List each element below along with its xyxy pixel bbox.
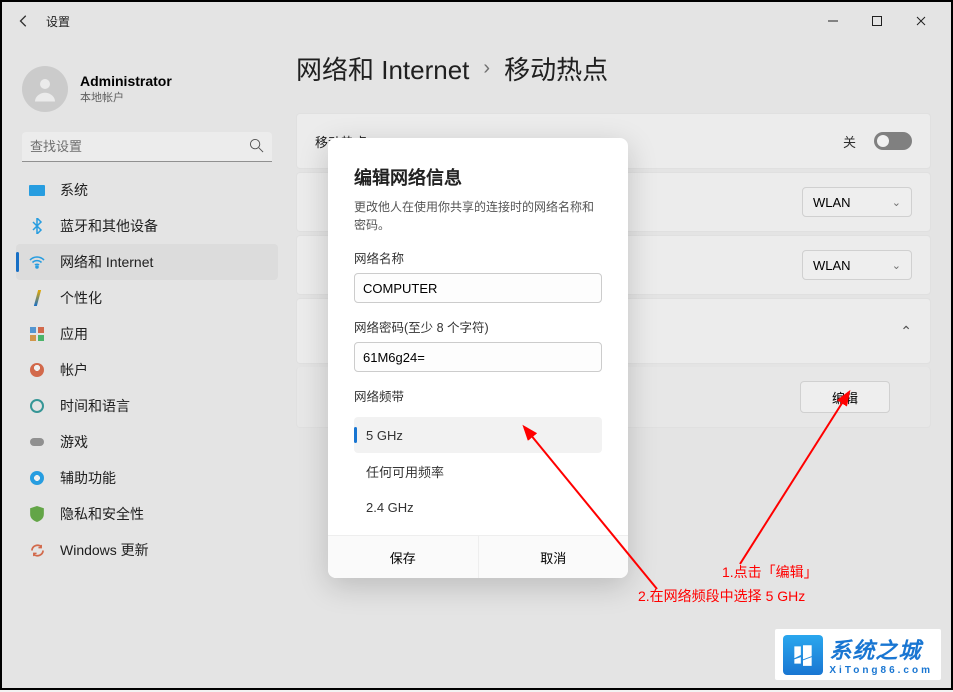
breadcrumb-parent[interactable]: 网络和 Internet <box>296 50 469 87</box>
nav-label: 时间和语言 <box>60 396 130 416</box>
annotation-step2: 2.在网络频段中选择 5 GHz <box>638 586 805 606</box>
nav-label: 辅助功能 <box>60 468 116 488</box>
back-button[interactable] <box>10 7 38 35</box>
nav-network[interactable]: 网络和 Internet <box>16 244 278 280</box>
nav-bluetooth[interactable]: 蓝牙和其他设备 <box>16 208 278 244</box>
nav-label: Windows 更新 <box>60 540 149 560</box>
toggle-state-label: 关 <box>843 132 856 151</box>
select-value: WLAN <box>813 258 851 273</box>
nav-label: 隐私和安全性 <box>60 504 144 524</box>
watermark-title: 系统之城 <box>829 633 933 665</box>
person-icon <box>28 361 46 379</box>
display-icon <box>28 181 46 199</box>
nav-label: 游戏 <box>60 432 88 452</box>
dialog-description: 更改他人在使用你共享的连接时的网络名称和密码。 <box>328 190 628 234</box>
avatar-icon <box>22 66 68 112</box>
network-name-label: 网络名称 <box>354 248 602 267</box>
nav-time-language[interactable]: 时间和语言 <box>16 388 278 424</box>
watermark-logo: 系统之城 XiTong86.com <box>775 629 941 680</box>
card-label <box>315 258 319 273</box>
card-label <box>315 195 319 210</box>
chevron-down-icon: ⌄ <box>892 259 901 272</box>
band-option-24ghz[interactable]: 2.4 GHz <box>354 489 602 525</box>
nav-system[interactable]: 系统 <box>16 172 278 208</box>
nav-accounts[interactable]: 帐户 <box>16 352 278 388</box>
nav-label: 应用 <box>60 324 88 344</box>
apps-icon <box>28 325 46 343</box>
user-account-block[interactable]: Administrator 本地帐户 <box>16 58 278 120</box>
title-bar: 设置 <box>2 2 951 40</box>
nav-personalization[interactable]: 个性化 <box>16 280 278 316</box>
nav-label: 帐户 <box>60 360 88 380</box>
gamepad-icon <box>28 433 46 451</box>
search-icon <box>249 138 264 158</box>
share-over-select[interactable]: WLAN ⌄ <box>802 250 912 280</box>
nav-label: 系统 <box>60 180 88 200</box>
save-button[interactable]: 保存 <box>328 536 479 578</box>
clock-globe-icon <box>28 397 46 415</box>
search-box[interactable] <box>22 132 272 162</box>
update-icon <box>28 541 46 559</box>
edit-network-dialog: 编辑网络信息 更改他人在使用你共享的连接时的网络名称和密码。 网络名称 网络密码… <box>328 138 628 578</box>
nav-label: 网络和 Internet <box>60 252 153 272</box>
window-title: 设置 <box>46 13 70 30</box>
dialog-title: 编辑网络信息 <box>328 164 628 190</box>
nav-accessibility[interactable]: 辅助功能 <box>16 460 278 496</box>
network-name-input[interactable] <box>354 273 602 303</box>
nav-gaming[interactable]: 游戏 <box>16 424 278 460</box>
chevron-right-icon: › <box>483 57 490 80</box>
band-option-5ghz[interactable]: 5 GHz <box>354 417 602 453</box>
close-button[interactable] <box>899 5 943 37</box>
network-password-label: 网络密码(至少 8 个字符) <box>354 317 602 336</box>
nav-privacy[interactable]: 隐私和安全性 <box>16 496 278 532</box>
nav-label: 蓝牙和其他设备 <box>60 216 158 236</box>
brush-icon <box>28 289 46 307</box>
accessibility-icon <box>28 469 46 487</box>
card-label <box>315 324 319 339</box>
bluetooth-icon <box>28 217 46 235</box>
breadcrumb: 网络和 Internet › 移动热点 <box>296 50 931 87</box>
edit-button[interactable]: 编辑 <box>800 381 890 413</box>
user-sub: 本地帐户 <box>80 89 172 105</box>
band-options: 5 GHz 任何可用频率 2.4 GHz <box>328 411 628 525</box>
cancel-button[interactable]: 取消 <box>479 536 629 578</box>
nav-windows-update[interactable]: Windows 更新 <box>16 532 278 568</box>
minimize-button[interactable] <box>811 5 855 37</box>
nav-label: 个性化 <box>60 288 102 308</box>
breadcrumb-current: 移动热点 <box>504 50 608 87</box>
nav-apps[interactable]: 应用 <box>16 316 278 352</box>
user-name: Administrator <box>80 73 172 89</box>
nav-list: 系统 蓝牙和其他设备 网络和 Internet 个性化 应用 帐户 时间和语言 … <box>16 172 278 568</box>
chevron-down-icon: ⌄ <box>892 196 901 209</box>
search-input[interactable] <box>22 132 272 162</box>
band-option-any[interactable]: 任何可用频率 <box>354 453 602 489</box>
network-band-label: 网络频带 <box>354 386 602 405</box>
annotation-step1: 1.点击「编辑」 <box>722 562 818 582</box>
share-from-select[interactable]: WLAN ⌄ <box>802 187 912 217</box>
maximize-button[interactable] <box>855 5 899 37</box>
chevron-up-icon: ⌃ <box>900 323 912 340</box>
watermark-icon <box>783 635 823 675</box>
hotspot-toggle[interactable] <box>874 132 912 150</box>
network-password-input[interactable] <box>354 342 602 372</box>
wifi-icon <box>28 253 46 271</box>
shield-icon <box>28 505 46 523</box>
select-value: WLAN <box>813 195 851 210</box>
watermark-url: XiTong86.com <box>829 665 933 676</box>
